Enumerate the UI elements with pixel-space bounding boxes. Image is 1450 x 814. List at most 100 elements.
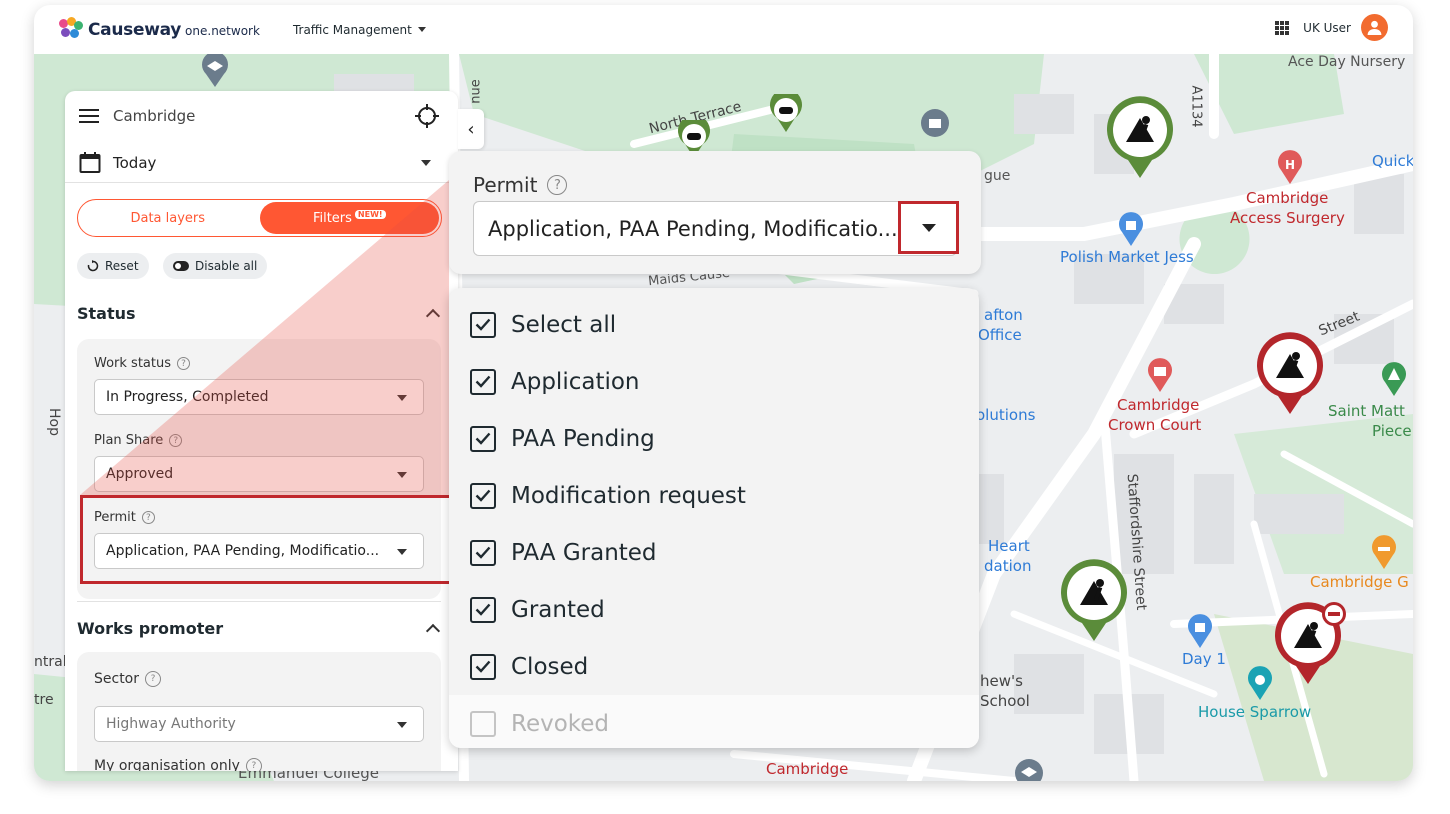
permit-options-list: Select all Application PAA Pending Modifica… bbox=[449, 288, 979, 748]
caret-down-icon bbox=[421, 160, 431, 166]
roadworks-pin-icon[interactable] bbox=[1254, 332, 1326, 416]
map-label: School bbox=[980, 692, 1030, 710]
reset-icon bbox=[87, 260, 99, 272]
app-menu-dropdown[interactable]: Traffic Management bbox=[293, 23, 426, 37]
checkbox-checked-icon[interactable] bbox=[470, 425, 496, 452]
school-pin-icon[interactable] bbox=[200, 54, 230, 88]
shop-pin-icon[interactable] bbox=[1117, 212, 1145, 248]
date-label: Today bbox=[113, 154, 157, 172]
sector-select[interactable]: Highway Authority bbox=[94, 706, 424, 742]
permit-option-label: Select all bbox=[511, 311, 617, 338]
permit-option[interactable]: Granted bbox=[449, 581, 979, 638]
work-status-select[interactable]: In Progress, Completed bbox=[94, 379, 424, 415]
caret-down-icon bbox=[417, 27, 426, 32]
tab-filters[interactable]: Filters NEW! bbox=[259, 202, 439, 234]
apps-grid-icon[interactable] bbox=[1275, 20, 1290, 35]
caret-down-icon bbox=[397, 472, 407, 478]
map-label: Day 1 bbox=[1182, 650, 1226, 668]
art-pin-icon[interactable] bbox=[1246, 666, 1274, 702]
food-pin-icon[interactable] bbox=[1370, 535, 1398, 571]
permit-option[interactable]: PAA Pending bbox=[449, 410, 979, 467]
caret-down-icon bbox=[921, 223, 936, 232]
brand-sub: one.network bbox=[185, 24, 260, 38]
roadworks-pin-icon[interactable] bbox=[1104, 96, 1176, 180]
roadworks-closed-pin-icon[interactable] bbox=[1272, 602, 1352, 686]
permit-option-label: Closed bbox=[511, 653, 589, 680]
permit-zoom-select[interactable]: Application, PAA Pending, Modificatio... bbox=[473, 201, 957, 256]
checkbox-checked-icon[interactable] bbox=[470, 311, 496, 338]
school-pin-icon[interactable] bbox=[1014, 758, 1044, 781]
map-label: Cambridge bbox=[766, 760, 849, 778]
help-icon[interactable]: ? bbox=[245, 758, 262, 771]
location-row: Cambridge bbox=[79, 101, 445, 131]
map-label: House Sparrow bbox=[1198, 703, 1312, 721]
plan-share-select[interactable]: Approved bbox=[94, 456, 424, 492]
checkbox-checked-icon[interactable] bbox=[470, 368, 496, 395]
map-label: hew's bbox=[980, 672, 1023, 690]
permit-option[interactable]: Select all bbox=[449, 296, 979, 353]
permit-option[interactable]: Application bbox=[449, 353, 979, 410]
calendar-icon bbox=[79, 152, 101, 173]
brand-logo-icon bbox=[59, 16, 83, 41]
court-pin-icon[interactable] bbox=[1146, 358, 1174, 394]
roadworks-pin-icon[interactable] bbox=[1058, 559, 1130, 643]
disable-all-button[interactable]: Disable all bbox=[163, 253, 268, 279]
permit-option[interactable]: Closed bbox=[449, 638, 979, 695]
map-label: tre bbox=[34, 692, 54, 708]
help-icon[interactable]: ? bbox=[547, 175, 568, 195]
permit-option[interactable]: PAA Granted bbox=[449, 524, 979, 581]
collapse-panel-button[interactable]: ‹ bbox=[458, 109, 484, 149]
permit-dropdown-button[interactable] bbox=[898, 201, 959, 254]
permit-option[interactable]: Revoked bbox=[449, 695, 979, 748]
help-icon[interactable]: ? bbox=[145, 671, 162, 687]
checkbox-unchecked-icon[interactable] bbox=[470, 710, 496, 737]
new-badge: NEW! bbox=[354, 209, 386, 219]
permit-option-label: PAA Granted bbox=[511, 539, 657, 566]
user-area: UK User bbox=[1275, 14, 1388, 41]
map-label: Polish Market Jess bbox=[1060, 248, 1194, 266]
permit-option-label: Modification request bbox=[511, 482, 746, 509]
map-label: olutions bbox=[976, 406, 1036, 424]
brand-name: Causeway bbox=[88, 19, 182, 40]
venue-pin-icon[interactable] bbox=[768, 94, 804, 134]
work-status-label: Work status? bbox=[94, 356, 190, 371]
map-label: Access Surgery bbox=[1230, 209, 1345, 227]
filter-panel: Cambridge Today Data layers Filters NEW!… bbox=[65, 91, 458, 771]
map-label: Heart bbox=[988, 537, 1030, 555]
toggle-icon bbox=[173, 261, 189, 271]
permit-zoom-label: Permit? bbox=[473, 173, 568, 197]
map-label: nue bbox=[468, 79, 484, 104]
park-pin-icon[interactable] bbox=[1380, 362, 1408, 398]
menu-icon[interactable] bbox=[79, 109, 99, 123]
shop-pin-icon[interactable] bbox=[1186, 614, 1214, 650]
brand-logo[interactable]: Causeway one.network bbox=[59, 16, 260, 41]
permit-highlight-box bbox=[80, 495, 470, 584]
chevron-left-icon: ‹ bbox=[467, 118, 475, 140]
reset-button[interactable]: Reset bbox=[77, 253, 149, 279]
avatar[interactable] bbox=[1361, 14, 1388, 41]
tab-data-layers[interactable]: Data layers bbox=[78, 200, 258, 236]
map-label: dation bbox=[984, 557, 1032, 575]
help-icon[interactable]: ? bbox=[177, 357, 190, 370]
checkbox-checked-icon[interactable] bbox=[470, 482, 496, 509]
svg-text:H: H bbox=[1285, 158, 1295, 172]
my-organisation-label: My organisation only? bbox=[94, 758, 262, 771]
map-label: Piece bbox=[1372, 422, 1412, 440]
help-icon[interactable]: ? bbox=[169, 434, 183, 447]
works-promoter-card: Sector? Highway Authority My organisatio… bbox=[77, 652, 441, 771]
works-promoter-heading: Works promoter bbox=[77, 619, 224, 638]
divider bbox=[77, 601, 441, 602]
hospital-pin-icon[interactable]: H bbox=[1276, 150, 1304, 186]
crosshair-icon[interactable] bbox=[415, 104, 439, 128]
museum-pin-icon[interactable] bbox=[920, 108, 950, 138]
checkbox-checked-icon[interactable] bbox=[470, 596, 496, 623]
user-name: UK User bbox=[1303, 20, 1351, 35]
map-label: Hop bbox=[45, 408, 62, 436]
checkbox-checked-icon[interactable] bbox=[470, 539, 496, 566]
top-bar: Causeway one.network Traffic Management … bbox=[34, 5, 1413, 54]
date-selector[interactable]: Today bbox=[79, 148, 445, 178]
checkbox-checked-icon[interactable] bbox=[470, 653, 496, 680]
chevron-up-icon[interactable] bbox=[425, 623, 441, 639]
chevron-up-icon[interactable] bbox=[425, 308, 441, 324]
permit-option[interactable]: Modification request bbox=[449, 467, 979, 524]
